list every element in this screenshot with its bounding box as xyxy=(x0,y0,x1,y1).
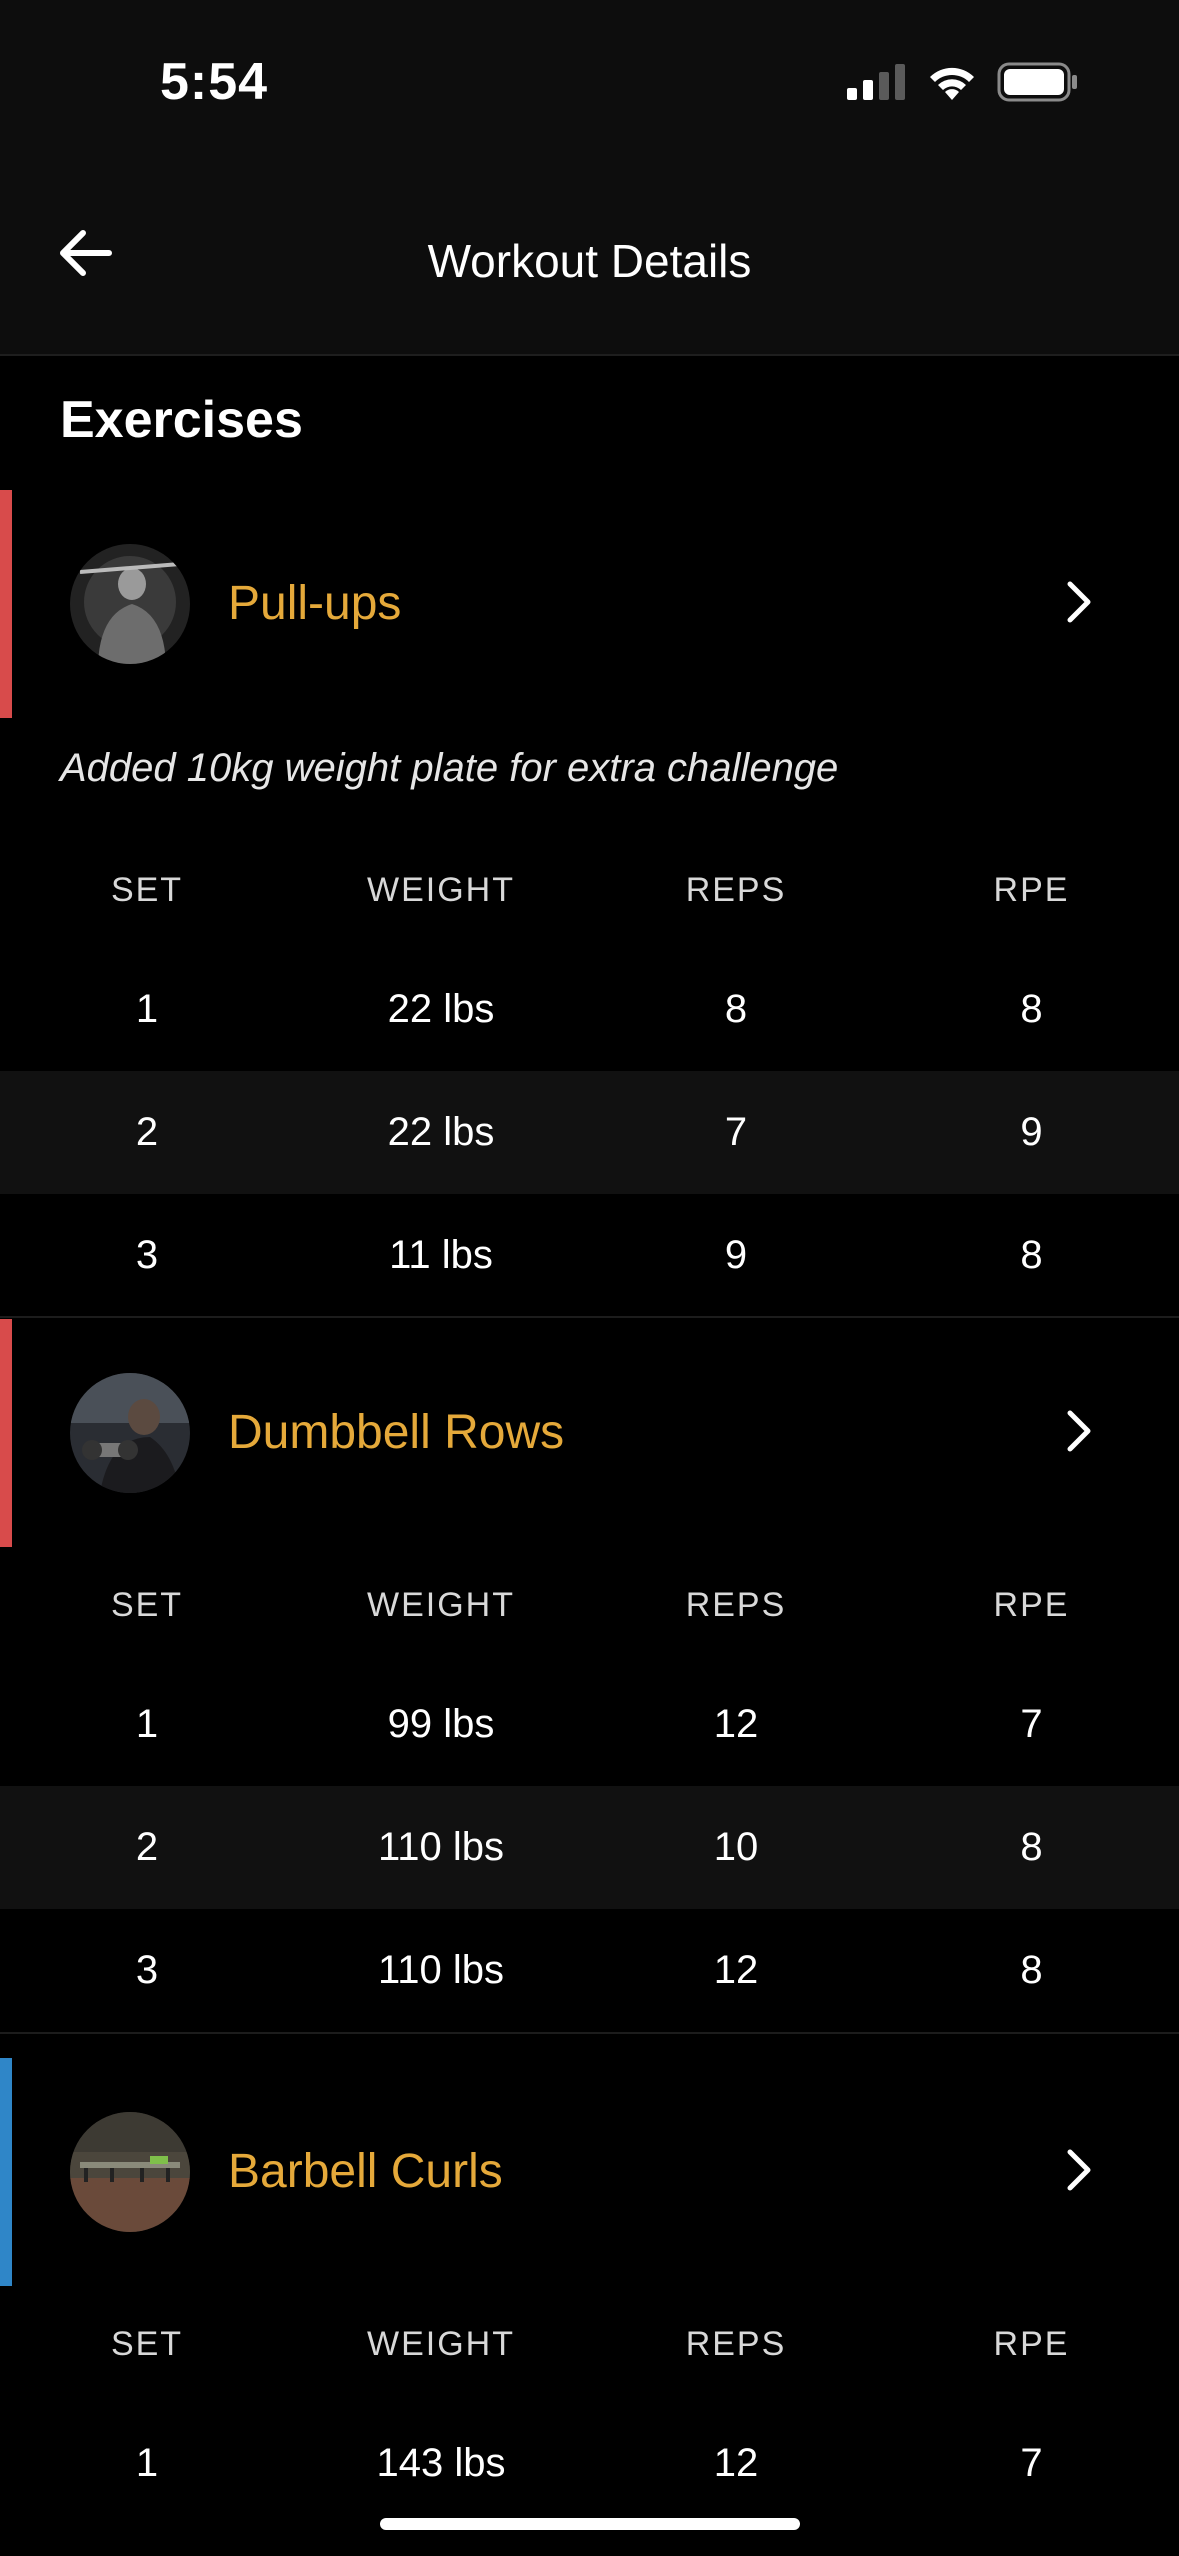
set-rpe: 7 xyxy=(1020,1702,1043,1746)
chevron-right-icon xyxy=(1049,572,1109,632)
exercise-avatar xyxy=(70,2112,190,2232)
column-header-reps: REPS xyxy=(685,1585,787,1624)
table-row: 3 11 lbs 9 8 xyxy=(0,1194,1179,1317)
status-icons xyxy=(847,62,1079,107)
set-reps: 12 xyxy=(713,1702,759,1746)
accent-bar xyxy=(0,2058,12,2286)
table-row: 2 110 lbs 10 8 xyxy=(0,1786,1179,1909)
sets-table: SET WEIGHT REPS RPE 1 99 lbs 12 7 2 110 … xyxy=(0,1547,1179,2032)
set-weight: 110 lbs xyxy=(377,1948,504,1992)
column-header-rpe: RPE xyxy=(993,1585,1070,1624)
navigation-bar: Workout Details xyxy=(0,170,1179,356)
column-header-rpe: RPE xyxy=(993,2324,1070,2363)
column-header-weight: WEIGHT xyxy=(367,870,515,909)
exercise-note: Added 10kg weight plate for extra challe… xyxy=(60,746,839,790)
set-weight: 143 lbs xyxy=(376,2441,506,2485)
status-time: 5:54 xyxy=(160,53,269,111)
column-header-rpe: RPE xyxy=(993,870,1070,909)
accent-bar xyxy=(0,1319,12,1547)
set-number: 3 xyxy=(135,1948,159,1992)
column-header-reps: REPS xyxy=(685,2324,787,2363)
wifi-icon xyxy=(925,62,979,107)
column-header-set: SET xyxy=(110,2324,184,2363)
exercise-header-dumbbell-rows[interactable]: Dumbbell Rows xyxy=(0,1319,1179,1547)
sets-table: SET WEIGHT REPS RPE 1 143 lbs 12 7 xyxy=(0,2286,1179,2525)
set-reps: 7 xyxy=(724,1110,748,1154)
set-reps: 10 xyxy=(713,1825,759,1869)
exercise-avatar xyxy=(70,1373,190,1493)
accent-bar xyxy=(0,490,12,718)
chevron-right-icon xyxy=(1049,2140,1109,2200)
table-header-row: SET WEIGHT REPS RPE xyxy=(0,1547,1179,1663)
column-header-weight: WEIGHT xyxy=(367,1585,515,1624)
column-header-reps: REPS xyxy=(685,870,787,909)
set-weight: 110 lbs xyxy=(377,1825,504,1869)
set-rpe: 8 xyxy=(1020,987,1043,1031)
page-title: Workout Details xyxy=(427,235,752,287)
chevron-right-icon xyxy=(1049,1401,1109,1461)
set-rpe: 7 xyxy=(1020,2441,1043,2485)
set-reps: 8 xyxy=(724,987,748,1031)
set-rpe: 8 xyxy=(1020,1233,1043,1277)
exercise-name: Barbell Curls xyxy=(228,2145,503,2198)
set-number: 2 xyxy=(135,1110,159,1154)
sets-table: SET WEIGHT REPS RPE 1 22 lbs 8 8 2 22 lb… xyxy=(0,832,1179,1317)
set-number: 3 xyxy=(135,1233,159,1277)
table-row: 3 110 lbs 12 8 xyxy=(0,1909,1179,2032)
battery-icon xyxy=(997,62,1079,107)
table-header-row: SET WEIGHT REPS RPE xyxy=(0,832,1179,948)
set-reps: 12 xyxy=(713,1948,759,1992)
exercise-header-barbell-curls[interactable]: Barbell Curls xyxy=(0,2058,1179,2286)
set-rpe: 8 xyxy=(1020,1825,1043,1869)
exercise-name: Dumbbell Rows xyxy=(228,1406,565,1459)
exercise-avatar xyxy=(70,544,190,664)
table-row: 1 99 lbs 12 7 xyxy=(0,1663,1179,1786)
set-weight: 99 lbs xyxy=(387,1702,495,1746)
exercise-header-pull-ups[interactable]: Pull-ups xyxy=(0,490,1179,718)
cellular-signal-icon xyxy=(847,64,907,105)
table-row: 1 22 lbs 8 8 xyxy=(0,948,1179,1071)
divider xyxy=(0,2032,1179,2034)
table-row: 2 22 lbs 7 9 xyxy=(0,1071,1179,1194)
set-weight: 11 lbs xyxy=(389,1233,493,1277)
set-rpe: 8 xyxy=(1020,1948,1043,1992)
set-number: 1 xyxy=(135,987,159,1031)
set-weight: 22 lbs xyxy=(387,1110,495,1154)
set-reps: 12 xyxy=(713,2441,759,2485)
set-number: 2 xyxy=(135,1825,159,1869)
exercise-name: Pull-ups xyxy=(228,577,402,630)
status-bar: 5:54 xyxy=(0,0,1179,170)
column-header-set: SET xyxy=(110,870,184,909)
set-rpe: 9 xyxy=(1020,1110,1043,1154)
set-number: 1 xyxy=(135,2441,159,2485)
section-title: Exercises xyxy=(60,391,303,449)
table-row: 1 143 lbs 12 7 xyxy=(0,2402,1179,2525)
set-reps: 9 xyxy=(724,1233,748,1277)
table-header-row: SET WEIGHT REPS RPE xyxy=(0,2286,1179,2402)
home-indicator[interactable] xyxy=(380,2518,800,2530)
divider xyxy=(0,1316,1179,1318)
column-header-weight: WEIGHT xyxy=(367,2324,515,2363)
column-header-set: SET xyxy=(110,1585,184,1624)
set-number: 1 xyxy=(135,1702,159,1746)
set-weight: 22 lbs xyxy=(387,987,495,1031)
